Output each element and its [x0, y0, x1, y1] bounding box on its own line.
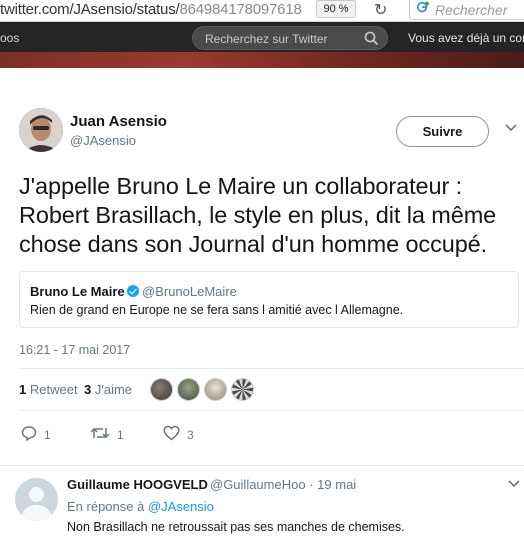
reply-date[interactable]: 19 mai [317, 477, 356, 492]
address-bar[interactable]: twitter.com/JAsensio/status/864984178097… [0, 1, 302, 18]
reply-count: 1 [44, 428, 51, 442]
avatar-photo [19, 108, 63, 152]
reply-author-handle[interactable]: @GuillaumeHoo [210, 477, 306, 492]
default-avatar-head [29, 487, 44, 502]
quoted-author-name: Bruno Le Maire [30, 284, 125, 299]
retweet-stat[interactable]: 1 Retweet [19, 382, 78, 397]
chevron-down-icon[interactable] [508, 480, 520, 488]
divider [19, 368, 524, 369]
liker-avatar[interactable] [204, 378, 227, 401]
twitter-search-input[interactable]: Recherchez sur Twitter [192, 26, 388, 50]
retweet-action-count: 1 [117, 428, 124, 442]
retweet-icon[interactable] [90, 425, 110, 441]
default-avatar-body [22, 505, 51, 521]
reply-author-avatar[interactable] [15, 478, 58, 521]
quoted-tweet[interactable]: Bruno Le Maire @BrunoLeMaire Rien de gra… [19, 271, 519, 328]
liker-avatar[interactable] [177, 378, 200, 401]
reply-text: Non Brasillach ne retroussait pas ses ma… [67, 520, 405, 534]
twitter-search-placeholder: Recherchez sur Twitter [205, 32, 328, 46]
search-icon[interactable] [364, 31, 379, 46]
divider [19, 410, 524, 411]
reply-meta: @GuillaumeHoo · 19 mai [210, 477, 356, 492]
quoted-author-handle: @BrunoLeMaire [142, 284, 237, 299]
verified-badge-icon [127, 285, 139, 297]
like-action-count: 3 [187, 428, 194, 442]
retweet-stat-count: 1 [19, 382, 27, 397]
author-name[interactable]: Juan Asensio [70, 113, 167, 130]
chevron-down-icon[interactable] [505, 124, 517, 132]
in-reply-handle-link[interactable]: @JAsensio [148, 499, 214, 514]
like-stat[interactable]: 3 J'aime [84, 382, 132, 397]
tweet-timestamp[interactable]: 16:21 - 17 mai 2017 [19, 343, 130, 357]
author-handle[interactable]: @JAsensio [70, 133, 136, 148]
liker-avatar[interactable] [150, 378, 173, 401]
like-stat-label: J'aime [94, 382, 133, 397]
follow-button[interactable]: Suivre [396, 116, 489, 147]
nav-item-fragment[interactable]: oos [0, 31, 19, 45]
reply-author-name[interactable]: Guillaume HOOGVELD [67, 477, 208, 492]
reply-icon[interactable] [21, 425, 37, 441]
in-reply-prefix: En réponse à [67, 499, 145, 514]
like-stat-count: 3 [84, 382, 92, 397]
retweet-stat-label: Retweet [29, 382, 78, 397]
url-rest: 864984178097618 [179, 1, 302, 18]
divider [0, 465, 524, 466]
reload-icon[interactable]: ↻ [374, 0, 387, 20]
liker-avatar[interactable] [231, 378, 254, 401]
quoted-tweet-text: Rien de grand en Europe ne se fera sans … [30, 303, 404, 317]
tweet-text: J'appelle Bruno Le Maire un collaborateu… [19, 173, 497, 257]
in-reply-to: En réponse à @JAsensio [67, 499, 214, 514]
twitter-header: oos Recherchez sur Twitter Vous avez déj… [0, 22, 524, 68]
browser-search-box[interactable]: Rechercher [409, 0, 524, 20]
login-prompt[interactable]: Vous avez déjà un com [408, 31, 524, 45]
browser-toolbar: twitter.com/JAsensio/status/864984178097… [0, 0, 524, 22]
browser-search-placeholder: Rechercher [435, 2, 508, 18]
zoom-indicator[interactable]: 90 % [316, 0, 356, 18]
url-main: twitter.com/JAsensio/status/ [0, 1, 180, 18]
like-icon[interactable] [163, 425, 180, 441]
author-avatar[interactable] [19, 108, 63, 152]
profile-banner-strip [0, 52, 524, 68]
meta-separator: · [309, 477, 314, 492]
google-icon [416, 1, 429, 13]
